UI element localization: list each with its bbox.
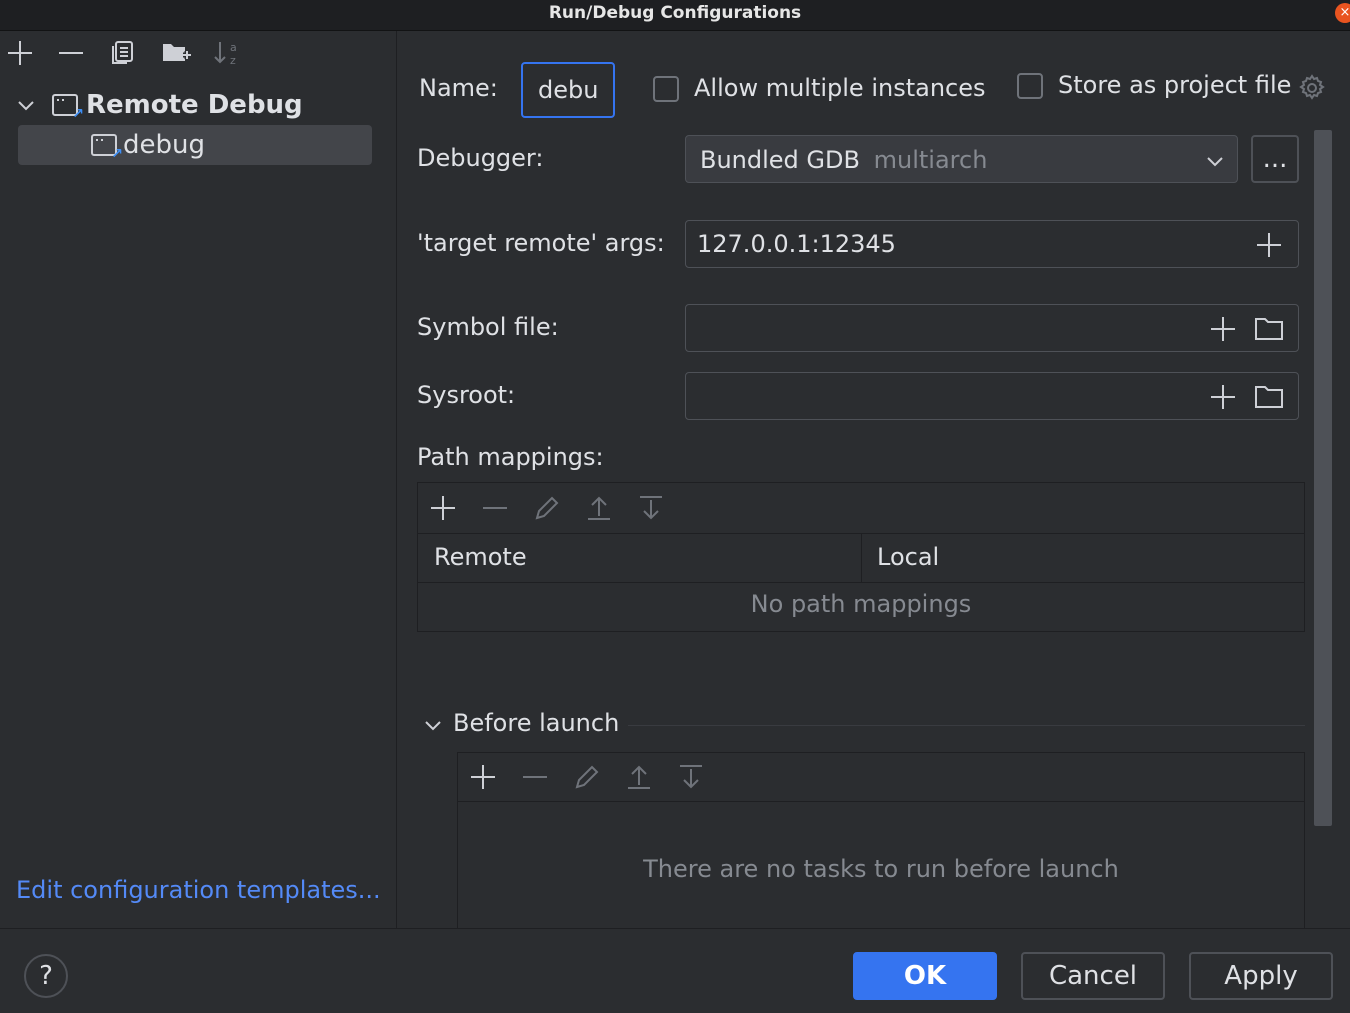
symbol-input[interactable]: [685, 304, 1299, 352]
pencil-icon: [535, 496, 559, 520]
remove-mapping-button[interactable]: [480, 493, 510, 523]
edit-templates-link[interactable]: Edit configuration templates...: [16, 876, 381, 904]
svg-text:z: z: [230, 54, 236, 67]
move-task-down-button[interactable]: [676, 762, 706, 792]
name-label: Name:: [419, 74, 498, 102]
remove-configuration-button[interactable]: [56, 38, 86, 68]
chevron-down-icon: [1207, 157, 1223, 167]
configurations-tree-pane: [0, 31, 397, 928]
copy-icon: [112, 41, 133, 64]
apply-button[interactable]: Apply: [1189, 952, 1333, 1000]
store-project-label: Store as project file: [1058, 71, 1292, 99]
edit-mapping-button[interactable]: [532, 493, 562, 523]
ok-button[interactable]: OK: [853, 952, 997, 1000]
folder-icon: [1255, 318, 1283, 340]
close-button[interactable]: ×: [1335, 3, 1350, 23]
debugger-select[interactable]: Bundled GDB multiarch: [685, 135, 1238, 183]
edit-task-button[interactable]: [572, 762, 602, 792]
ok-label: OK: [903, 961, 947, 991]
add-task-button[interactable]: [468, 762, 498, 792]
plus-icon: [8, 41, 32, 65]
target-value: 127.0.0.1:12345: [697, 230, 896, 258]
arrow-down-icon: [680, 765, 702, 789]
svg-text:a: a: [230, 41, 237, 54]
help-button[interactable]: ?: [24, 954, 68, 998]
target-input[interactable]: 127.0.0.1:12345: [685, 220, 1299, 268]
arrow-down-icon: [640, 496, 662, 520]
add-configuration-button[interactable]: [5, 38, 35, 68]
move-task-up-button[interactable]: [624, 762, 654, 792]
section-divider: [628, 725, 1305, 726]
minus-icon: [523, 776, 547, 778]
before-launch-label[interactable]: Before launch: [453, 709, 619, 737]
tree-item-debug-content[interactable]: ↗ debug: [91, 128, 205, 162]
move-into-folder-button[interactable]: [161, 38, 191, 68]
debugger-value: Bundled GDB: [700, 146, 860, 174]
path-mappings-label: Path mappings:: [417, 443, 604, 471]
column-header-local-label: Local: [877, 543, 940, 571]
tree-group-label: Remote Debug: [86, 90, 303, 120]
store-project-checkbox[interactable]: [1017, 73, 1043, 99]
plus-icon: [471, 765, 495, 789]
remove-task-button[interactable]: [520, 762, 550, 792]
arrow-up-icon: [628, 765, 650, 789]
chevron-down-icon: [18, 101, 34, 111]
tree-group-remote-debug[interactable]: ↗ Remote Debug: [16, 88, 303, 122]
cancel-label: Cancel: [1048, 961, 1138, 991]
pencil-icon: [575, 765, 599, 789]
name-input[interactable]: debu: [521, 62, 615, 118]
before-launch-toggle[interactable]: [422, 714, 444, 736]
target-label: 'target remote' args:: [417, 229, 665, 257]
more-label: ...: [1262, 144, 1288, 174]
name-input-value: debu: [538, 76, 599, 104]
add-mapping-button[interactable]: [428, 493, 458, 523]
move-down-button[interactable]: [636, 493, 666, 523]
apply-label: Apply: [1224, 961, 1298, 991]
column-header-local[interactable]: Local: [862, 534, 1304, 583]
remote-debug-icon: ↗: [91, 134, 123, 162]
sysroot-input[interactable]: [685, 372, 1299, 420]
cancel-button[interactable]: Cancel: [1021, 952, 1165, 1000]
sort-configurations-button[interactable]: az: [212, 38, 242, 68]
column-header-remote[interactable]: Remote: [418, 534, 862, 583]
minus-icon: [483, 507, 507, 509]
folder-icon: [1255, 386, 1283, 408]
debugger-sub: multiarch: [873, 146, 988, 174]
remote-debug-icon: ↗: [52, 94, 84, 122]
title-bar: Run/Debug Configurations ×: [0, 0, 1350, 31]
before-launch-panel: There are no tasks to run before launch: [457, 752, 1305, 928]
minus-icon: [59, 52, 83, 54]
before-launch-empty: There are no tasks to run before launch: [643, 855, 1119, 883]
move-up-button[interactable]: [584, 493, 614, 523]
allow-multiple-checkbox[interactable]: [653, 76, 679, 102]
sysroot-label: Sysroot:: [417, 381, 516, 409]
column-header-remote-label: Remote: [434, 543, 527, 571]
vertical-scrollbar[interactable]: [1314, 130, 1332, 826]
chevron-down-icon: [425, 721, 441, 731]
plus-icon: [1211, 385, 1235, 409]
plus-icon: [1211, 317, 1235, 341]
path-mappings-empty: No path mappings: [750, 590, 972, 618]
plus-icon: [431, 496, 455, 520]
plus-icon: [1257, 233, 1281, 257]
help-icon: ?: [39, 961, 53, 991]
settings-gear-icon[interactable]: [1296, 72, 1328, 104]
window-title: Run/Debug Configurations: [548, 3, 802, 23]
debugger-label: Debugger:: [417, 144, 544, 172]
copy-configuration-button[interactable]: [108, 38, 138, 68]
allow-multiple-label: Allow multiple instances: [694, 74, 986, 102]
sort-alpha-icon: az: [214, 41, 237, 67]
folder-add-icon: [163, 44, 191, 61]
symbol-label: Symbol file:: [417, 313, 559, 341]
debugger-more-button[interactable]: ...: [1251, 135, 1299, 183]
tree-item-label: debug: [123, 130, 205, 160]
arrow-up-icon: [588, 496, 610, 520]
path-mappings-table: Remote Local No path mappings: [417, 482, 1305, 632]
